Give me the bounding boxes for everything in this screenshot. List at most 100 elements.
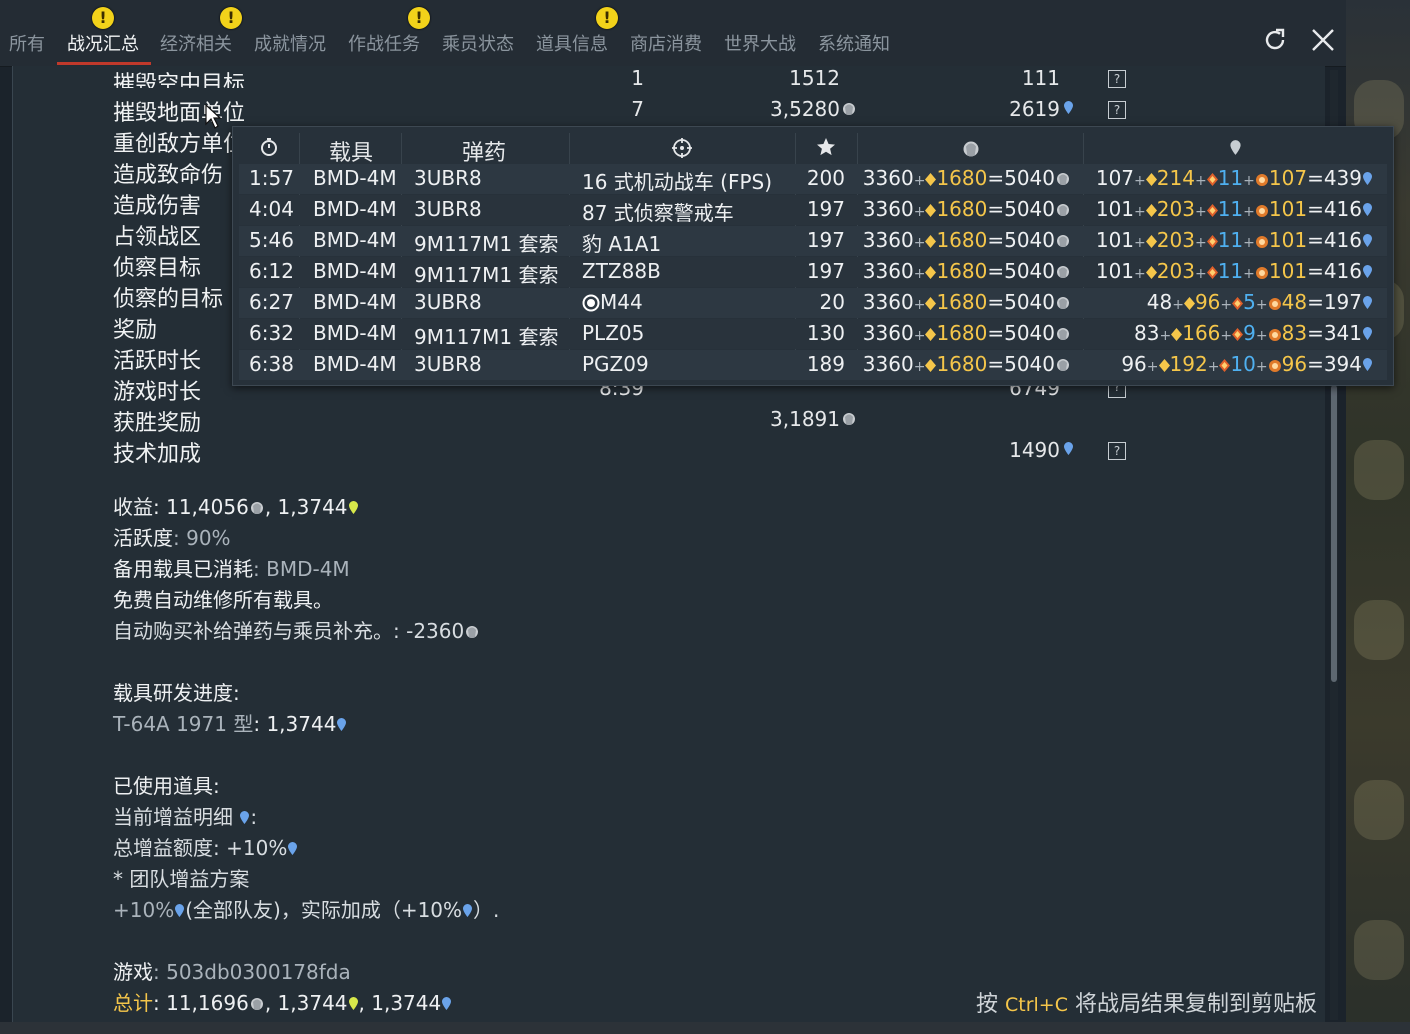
premium-bonus-icon	[1145, 173, 1157, 186]
kill-vehicle: BMD-4M	[313, 321, 397, 345]
refresh-icon[interactable]	[1261, 26, 1289, 54]
premium-bonus-icon	[925, 266, 937, 279]
silver-lion-icon	[1057, 204, 1069, 216]
kill-time: 6:38	[249, 352, 294, 376]
skill-bonus-icon	[1206, 173, 1218, 186]
silver-lion-icon	[1057, 235, 1069, 247]
research-header: 载具研发进度:	[113, 681, 240, 705]
premium-bonus-icon	[1183, 297, 1195, 310]
kill-silver-reward: 3360+ 1680=5040	[853, 228, 1071, 252]
research-point-icon	[1363, 203, 1372, 216]
background-strip	[0, 1022, 1410, 1034]
premium-bonus-icon	[925, 173, 937, 186]
stat-label: 造成致命伤	[113, 163, 224, 188]
stat-label: 侦察目标	[113, 256, 202, 281]
active-tab-indicator	[57, 62, 151, 65]
timer-icon	[261, 138, 277, 156]
silver-lion-icon	[1057, 173, 1069, 185]
silver-lion-icon	[1057, 266, 1069, 278]
stat-rp: 111	[1021, 66, 1060, 88]
research-point-icon	[288, 842, 298, 855]
stat-label: 占领战区	[113, 225, 202, 250]
kill-time: 6:32	[249, 321, 294, 345]
stat-count: 8:39	[599, 384, 644, 400]
tab-missions[interactable]: 作战任务	[348, 30, 420, 56]
kill-vehicle: BMD-4M	[313, 352, 397, 376]
kill-time: 5:46	[249, 228, 294, 252]
stat-rp: 6749	[1009, 384, 1060, 400]
kill-target: PLZ05	[582, 321, 645, 345]
premium-bonus-icon	[925, 359, 937, 372]
kill-target: 豹 A1A1	[582, 232, 662, 256]
header-ammo: 弹药	[462, 141, 507, 166]
kill-rp-reward: 107+ 214+ 11+ 107=439	[1083, 166, 1373, 190]
kill-vehicle: BMD-4M	[313, 166, 397, 190]
premium-bonus-icon	[925, 235, 937, 248]
tab-items[interactable]: 道具信息	[536, 30, 608, 56]
research-point-icon	[1230, 140, 1241, 155]
free-rp-icon	[348, 501, 358, 514]
tab-world-war[interactable]: 世界大战	[724, 30, 796, 56]
kill-silver-reward: 3360+ 1680=5040	[853, 197, 1071, 221]
team-boost-line: * 团队增益方案	[113, 867, 250, 891]
header-vehicle: 载具	[329, 141, 374, 166]
tab-shop[interactable]: 商店消费	[630, 30, 702, 56]
booster-icon	[1268, 298, 1281, 310]
stat-label: 摧毁空中目标	[113, 72, 246, 88]
kill-rp-reward: 101+ 203+ 11+ 101=416	[1083, 259, 1373, 283]
premium-bonus-icon	[1158, 359, 1170, 372]
silver-lion-icon	[250, 998, 263, 1010]
tab-bar: 所有 ! 战况汇总 ! 经济相关 成就情况 ! 作战任务 乘员状态 ! 道具信息…	[0, 0, 1346, 67]
tab-achievements[interactable]: 成就情况	[254, 30, 326, 56]
kill-target: ZTZ88B	[582, 259, 661, 283]
kill-time: 4:04	[249, 197, 294, 221]
kill-rp-reward: 101+ 203+ 11+ 101=416	[1083, 228, 1373, 252]
kill-vehicle: BMD-4M	[313, 228, 397, 252]
research-point-icon	[442, 997, 452, 1010]
tab-all[interactable]: 所有	[9, 30, 45, 56]
kill-score: 200	[806, 166, 845, 190]
items-header: 已使用道具:	[113, 774, 220, 798]
premium-bonus-icon	[1171, 328, 1183, 341]
booster-icon	[1255, 267, 1268, 279]
help-icon[interactable]: ?	[1108, 384, 1126, 398]
premium-bonus-icon	[925, 204, 937, 217]
stat-label: 活跃时长	[113, 349, 202, 374]
kill-ammo: 3UBR8	[414, 166, 482, 190]
research-point-icon	[1363, 327, 1372, 340]
stat-silver: 3,1891	[770, 407, 840, 431]
silver-lion-icon	[843, 413, 855, 425]
activity-line: 活跃度: 90%	[113, 526, 231, 550]
help-icon[interactable]: ?	[1108, 101, 1126, 119]
scrollbar-thumb[interactable]	[1331, 385, 1337, 682]
free-rp-icon	[348, 997, 358, 1010]
research-point-icon	[337, 718, 347, 731]
total-boost-line: 总增益额度: +10%	[113, 832, 298, 861]
kill-ammo: 9M117M1 套索	[414, 263, 559, 287]
skill-bonus-icon	[1206, 235, 1218, 248]
kill-ammo: 3UBR8	[414, 352, 482, 376]
kill-ammo: 3UBR8	[414, 290, 482, 314]
earnings-line: 收益: 11,4056, 1,3744	[113, 491, 359, 520]
kills-tooltip: 载具 弹药 1:57 BMD-4M 3UBR8 16 式机动战车 (FPS) 200 33…	[232, 126, 1394, 386]
skill-bonus-icon	[1206, 266, 1218, 279]
stat-label: 造成伤害	[113, 194, 202, 219]
artillery-target-icon	[582, 294, 600, 312]
tab-battle-summary[interactable]: 战况汇总	[67, 30, 139, 56]
help-icon[interactable]: ?	[1108, 70, 1126, 88]
close-icon[interactable]	[1309, 26, 1337, 54]
help-icon[interactable]: ?	[1108, 442, 1126, 460]
kill-score: 189	[806, 352, 845, 376]
kill-score: 197	[806, 197, 845, 221]
premium-bonus-icon	[1145, 204, 1157, 217]
silver-lion-icon	[1057, 328, 1069, 340]
tab-economy[interactable]: 经济相关	[160, 30, 232, 56]
tab-crew[interactable]: 乘员状态	[442, 30, 514, 56]
kill-score: 130	[806, 321, 845, 345]
session-line: 游戏: 503db0300178fda	[113, 960, 351, 984]
tab-notifications[interactable]: 系统通知	[818, 30, 890, 56]
kill-target: 16 式机动战车 (FPS)	[582, 170, 773, 194]
research-point-icon	[463, 904, 473, 917]
research-point-icon	[1363, 234, 1372, 247]
silver-lion-icon	[963, 141, 979, 157]
